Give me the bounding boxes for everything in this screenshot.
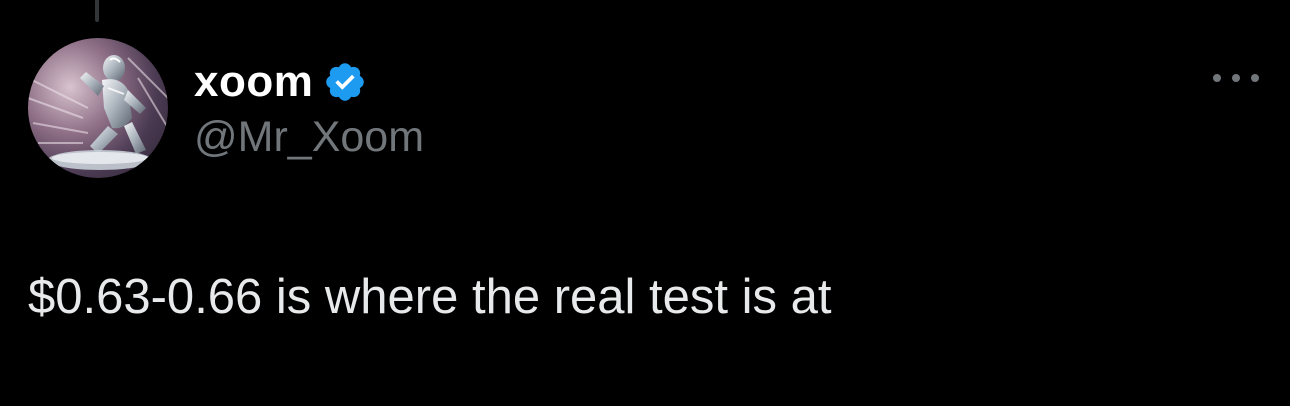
more-dot bbox=[1232, 74, 1240, 82]
avatar[interactable] bbox=[28, 38, 168, 178]
more-dot bbox=[1251, 74, 1259, 82]
more-options-icon[interactable] bbox=[1213, 70, 1259, 86]
thread-connector-line bbox=[95, 0, 99, 22]
silver-surfer-avatar-icon bbox=[28, 55, 168, 170]
verified-badge-icon bbox=[326, 63, 365, 101]
more-dot bbox=[1213, 74, 1221, 82]
author-handle[interactable]: @Mr_Xoom bbox=[194, 116, 424, 159]
tweet-text: $0.63-0.66 is where the real test is at bbox=[28, 270, 832, 324]
display-name[interactable]: xoom bbox=[194, 60, 313, 104]
author-name-row[interactable]: xoom bbox=[194, 54, 367, 110]
